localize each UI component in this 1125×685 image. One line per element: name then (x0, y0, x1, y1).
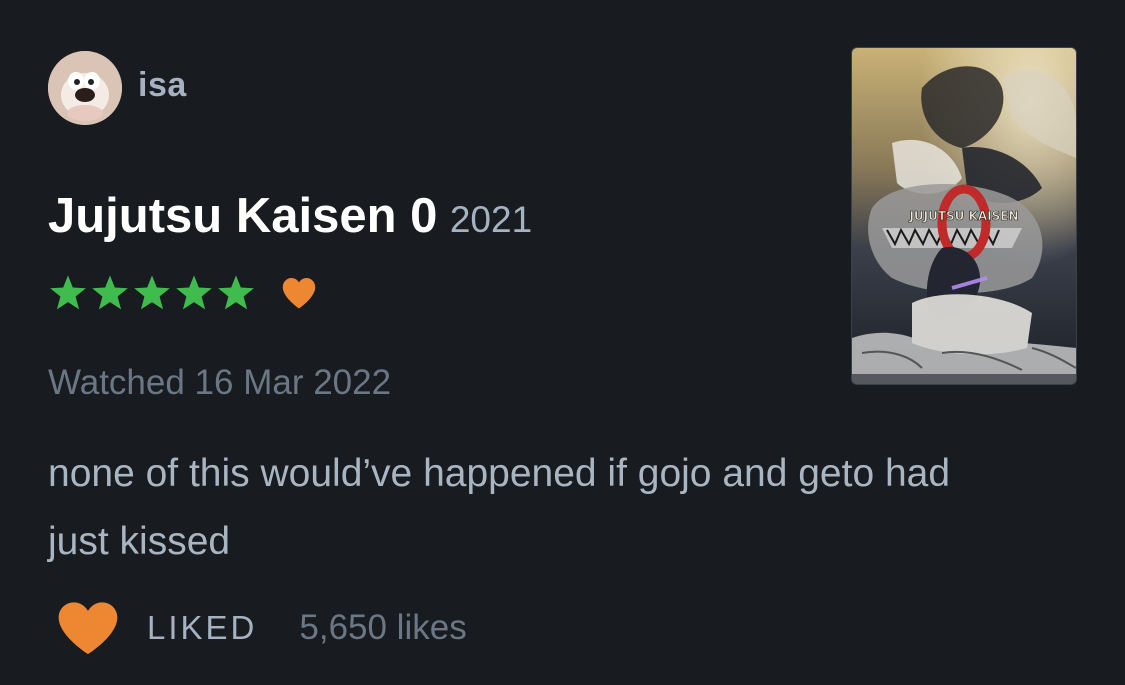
watched-date: Watched 16 Mar 2022 (48, 363, 392, 402)
like-row: LIKED 5,650 likes (55, 600, 467, 656)
liked-label[interactable]: LIKED (147, 609, 257, 647)
likes-count[interactable]: 5,650 likes (299, 608, 466, 648)
username[interactable]: isa (138, 66, 187, 105)
film-title-row: Jujutsu Kaisen 0 2021 (48, 188, 532, 244)
film-title[interactable]: Jujutsu Kaisen 0 (48, 189, 437, 243)
avatar-image (48, 51, 122, 125)
star-icon (218, 275, 254, 310)
film-poster[interactable]: JUJUTSU KAISEN (851, 47, 1077, 385)
user-avatar[interactable] (48, 51, 122, 125)
star-icon (92, 275, 128, 310)
like-heart-icon[interactable] (55, 600, 121, 656)
heart-icon (282, 278, 316, 309)
film-year[interactable]: 2021 (450, 199, 532, 240)
star-icon (50, 275, 86, 310)
poster-artwork: JUJUTSU KAISEN (852, 48, 1076, 384)
review-text: none of this would’ve happened if gojo a… (48, 452, 951, 563)
poster-title-text: JUJUTSU KAISEN (908, 209, 1018, 223)
star-icon (134, 275, 170, 310)
star-icon (176, 275, 212, 310)
rating-row (48, 274, 318, 312)
